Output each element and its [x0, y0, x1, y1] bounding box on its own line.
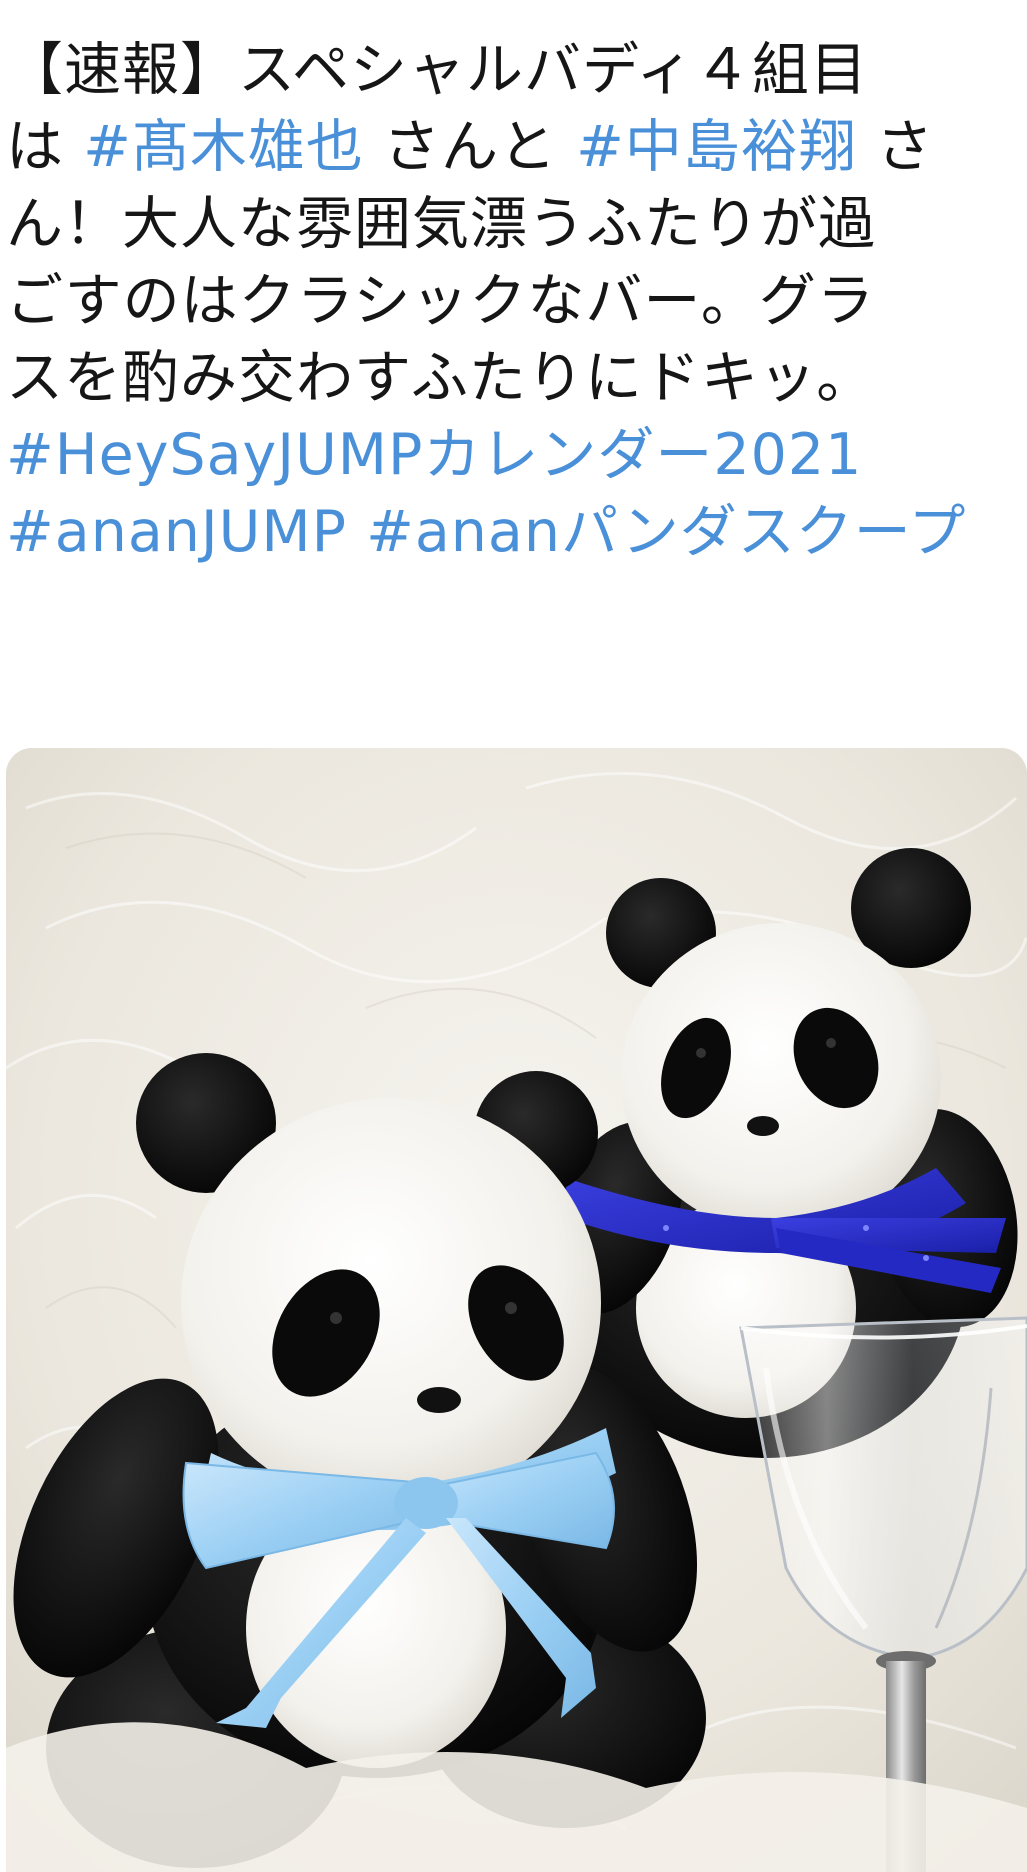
- hashtag-link[interactable]: #髙木雄也: [83, 114, 364, 180]
- tweet-text: 【速報】スペシャルバディ４組目は #髙木雄也 さんと #中島裕翔 さん！大人な雰…: [6, 32, 1016, 571]
- tweet-text-segment: さんと: [363, 114, 577, 180]
- tweet-text-line: #ananJUMP #ananパンダスクープ: [6, 494, 1016, 571]
- tweet-text-segment: ごすのはクラシックなバー。グラ: [6, 268, 875, 334]
- hashtag-link[interactable]: #ananパンダスクープ: [366, 499, 966, 565]
- hashtag-link[interactable]: #HeySayJUMPカレンダー2021: [6, 422, 862, 488]
- tweet-text-segment: さ: [856, 114, 935, 180]
- hashtag-link[interactable]: #ananJUMP: [6, 499, 347, 565]
- tweet-text-line: は #髙木雄也 さんと #中島裕翔 さ: [6, 109, 1016, 186]
- tweet: 【速報】スペシャルバディ４組目は #髙木雄也 さんと #中島裕翔 さん！大人な雰…: [0, 0, 1027, 1872]
- tweet-text-line: スを酌み交わすふたりにドキッ。: [6, 340, 1016, 417]
- tweet-text-line: 【速報】スペシャルバディ４組目: [6, 32, 1016, 109]
- tweet-text-line: #HeySayJUMPカレンダー2021: [6, 417, 1016, 494]
- tweet-text-line: ごすのはクラシックなバー。グラ: [6, 263, 1016, 340]
- hashtag-link[interactable]: #中島裕翔: [576, 114, 857, 180]
- tweet-text-segment: は: [6, 114, 84, 180]
- tweet-text-segment: スを酌み交わすふたりにドキッ。: [6, 345, 875, 411]
- tweet-text-line: ん！大人な雰囲気漂うふたりが過: [6, 186, 1016, 263]
- tweet-text-segment: [347, 499, 366, 565]
- panda-photo-illustration: [6, 748, 1027, 1872]
- tweet-text-segment: 【速報】スペシャルバディ４組目: [6, 37, 869, 103]
- tweet-text-segment: ん！大人な雰囲気漂うふたりが過: [6, 191, 876, 257]
- tweet-photo[interactable]: [6, 748, 1027, 1872]
